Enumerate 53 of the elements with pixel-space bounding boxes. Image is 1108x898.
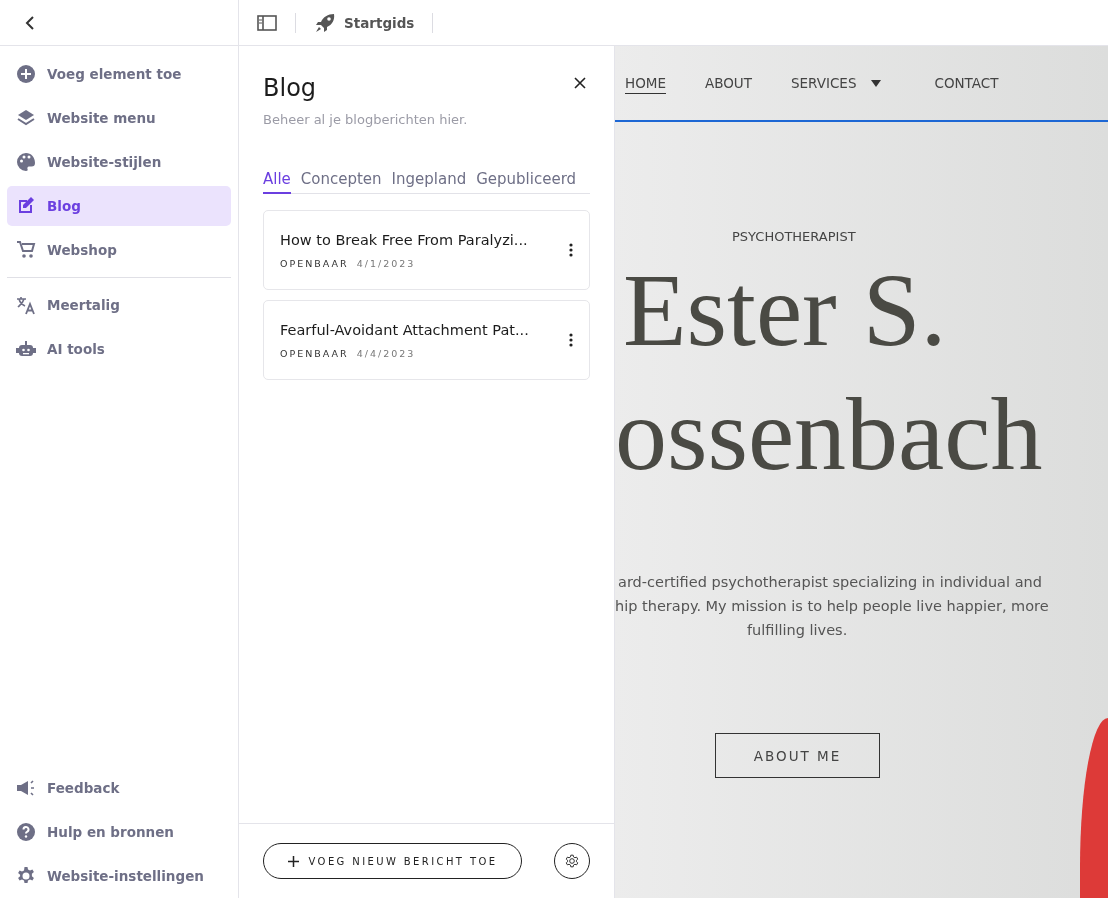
panel-subtitle: Beheer al je blogberichten hier. bbox=[263, 112, 469, 127]
sidebar-item[interactable]: Website-stijlen bbox=[7, 142, 231, 182]
guide-button[interactable]: Startgids bbox=[314, 12, 415, 33]
translate-icon bbox=[16, 295, 36, 315]
sidebar-item[interactable]: Website-instellingen bbox=[7, 856, 231, 896]
cart-icon bbox=[16, 240, 36, 260]
megaphone-icon bbox=[16, 778, 36, 798]
plus-circle-icon bbox=[16, 64, 36, 84]
filter-tab[interactable]: Gepubliceerd bbox=[476, 170, 577, 194]
close-icon bbox=[574, 77, 586, 89]
panel-title: Blog bbox=[263, 74, 317, 102]
post-status: OPENBAAR bbox=[280, 257, 349, 269]
post-status: OPENBAAR bbox=[280, 347, 349, 359]
sidebar-item[interactable]: Webshop bbox=[7, 230, 231, 270]
sidebar-item[interactable]: Hulp en bronnen bbox=[7, 812, 231, 852]
site-nav-link[interactable]: HOME bbox=[625, 74, 666, 94]
sidebar-item[interactable]: AI tools bbox=[7, 329, 231, 369]
sidebar-toggle-icon[interactable] bbox=[257, 14, 277, 31]
post-title: Fearful-Avoidant Attachment Pat... bbox=[280, 321, 529, 338]
site-nav-link[interactable]: SERVICES bbox=[791, 74, 857, 94]
robot-icon bbox=[16, 339, 36, 359]
filter-tab[interactable]: Ingepland bbox=[391, 170, 467, 194]
help-icon bbox=[16, 822, 36, 842]
filter-tab[interactable]: Alle bbox=[263, 170, 291, 194]
sidebar-item[interactable]: Meertalig bbox=[7, 285, 231, 325]
site-nav-link[interactable]: CONTACT bbox=[934, 74, 999, 94]
post-card[interactable]: How to Break Free From Paralyzi... OPENBAAR 4/1/2023 bbox=[263, 210, 590, 290]
hero-eyebrow: PSYCHOTHERAPIST bbox=[732, 229, 856, 244]
hero-name-line: ossenbach bbox=[615, 375, 1044, 493]
gear-icon bbox=[565, 854, 579, 868]
layers-icon bbox=[16, 108, 36, 128]
filter-tab[interactable]: Concepten bbox=[300, 170, 382, 194]
hero-intro-text: ard-certified psychotherapist specializing in individual and hip therapy. My mission is to help people live happier, more fulfilling lives. bbox=[615, 573, 1049, 640]
rocket-icon bbox=[314, 12, 336, 33]
more-options-icon[interactable] bbox=[569, 243, 573, 257]
settings-icon bbox=[16, 866, 36, 886]
post-date: 4/1/2023 bbox=[356, 257, 416, 269]
chevron-left-icon bbox=[24, 14, 36, 31]
palette-icon bbox=[16, 152, 36, 172]
site-nav-link[interactable]: ABOUT bbox=[704, 74, 752, 94]
sidebar-item[interactable]: Voeg element toe bbox=[7, 54, 231, 94]
hero-name-line: Ester S. bbox=[623, 251, 948, 369]
sidebar-item[interactable]: Feedback bbox=[7, 768, 231, 808]
post-card[interactable]: Fearful-Avoidant Attachment Pat... OPENBAAR 4/4/2023 bbox=[263, 300, 590, 380]
dropdown-caret-icon[interactable] bbox=[871, 79, 882, 87]
post-title: How to Break Free From Paralyzi... bbox=[280, 231, 528, 248]
post-date: 4/4/2023 bbox=[356, 347, 416, 359]
edit-icon bbox=[16, 196, 36, 216]
sidebar-item[interactable]: Website menu bbox=[7, 98, 231, 138]
plus-icon bbox=[287, 855, 299, 867]
sidebar-item[interactable]: Blog bbox=[7, 186, 231, 226]
more-options-icon[interactable] bbox=[569, 333, 573, 347]
about-me-button[interactable]: ABOUT ME bbox=[715, 733, 880, 778]
